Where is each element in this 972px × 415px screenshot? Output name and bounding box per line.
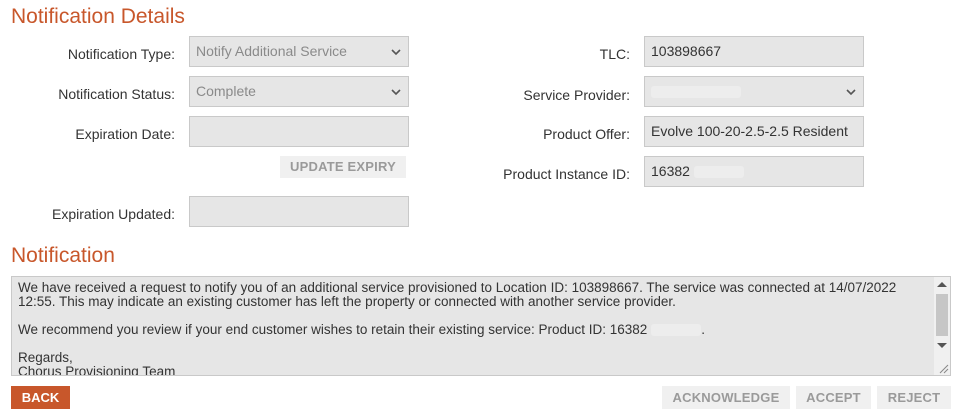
service-provider-select[interactable] bbox=[644, 76, 864, 107]
notification-type-value: Notify Additional Service bbox=[196, 43, 347, 59]
reject-button[interactable]: REJECT bbox=[877, 386, 951, 409]
message-line: Chorus Provisioning Team bbox=[18, 364, 176, 376]
section-title-notification: Notification bbox=[11, 244, 115, 267]
product-instance-id-value: 16382 bbox=[651, 163, 690, 179]
message-line: Regards, bbox=[18, 350, 73, 365]
scroll-up-icon[interactable] bbox=[937, 282, 947, 287]
product-instance-id-input[interactable]: 16382 bbox=[644, 156, 864, 187]
back-button[interactable]: BACK bbox=[11, 386, 70, 409]
chevron-down-icon bbox=[391, 89, 401, 96]
expiration-date-input[interactable] bbox=[189, 116, 409, 147]
acknowledge-button[interactable]: ACKNOWLEDGE bbox=[662, 386, 790, 409]
expiration-updated-label: Expiration Updated: bbox=[52, 206, 175, 222]
accept-button[interactable]: ACCEPT bbox=[796, 386, 871, 409]
expiration-date-label: Expiration Date: bbox=[75, 126, 175, 142]
chevron-down-icon bbox=[846, 89, 856, 96]
notification-status-label: Notification Status: bbox=[58, 86, 175, 102]
tlc-label: TLC: bbox=[599, 46, 630, 62]
message-line: We have received a request to notify you… bbox=[18, 280, 897, 309]
resize-grip-icon[interactable] bbox=[937, 362, 949, 374]
redacted-value bbox=[651, 86, 741, 99]
notification-status-select[interactable]: Complete bbox=[189, 76, 409, 107]
product-instance-id-label: Product Instance ID: bbox=[503, 166, 630, 182]
redacted-value bbox=[693, 166, 744, 179]
notification-message-textarea[interactable]: We have received a request to notify you… bbox=[11, 276, 951, 376]
notification-type-select[interactable]: Notify Additional Service bbox=[189, 36, 409, 67]
update-expiry-button[interactable]: UPDATE EXPIRY bbox=[280, 156, 406, 178]
product-offer-label: Product Offer: bbox=[543, 126, 630, 142]
tlc-input[interactable]: 103898667 bbox=[644, 36, 864, 67]
expiration-updated-input[interactable] bbox=[189, 196, 409, 227]
vertical-scrollbar[interactable] bbox=[934, 277, 950, 375]
notification-type-label: Notification Type: bbox=[67, 46, 175, 62]
product-offer-input[interactable]: Evolve 100-20-2.5-2.5 Resident bbox=[644, 116, 864, 147]
scrollbar-thumb[interactable] bbox=[936, 294, 948, 336]
message-line: We recommend you review if your end cust… bbox=[18, 322, 706, 337]
notification-status-value: Complete bbox=[196, 83, 256, 99]
section-title-details: Notification Details bbox=[11, 5, 185, 28]
service-provider-label: Service Provider: bbox=[523, 87, 630, 103]
redacted-value bbox=[651, 324, 702, 337]
scroll-down-icon[interactable] bbox=[937, 343, 947, 348]
chevron-down-icon bbox=[391, 49, 401, 56]
